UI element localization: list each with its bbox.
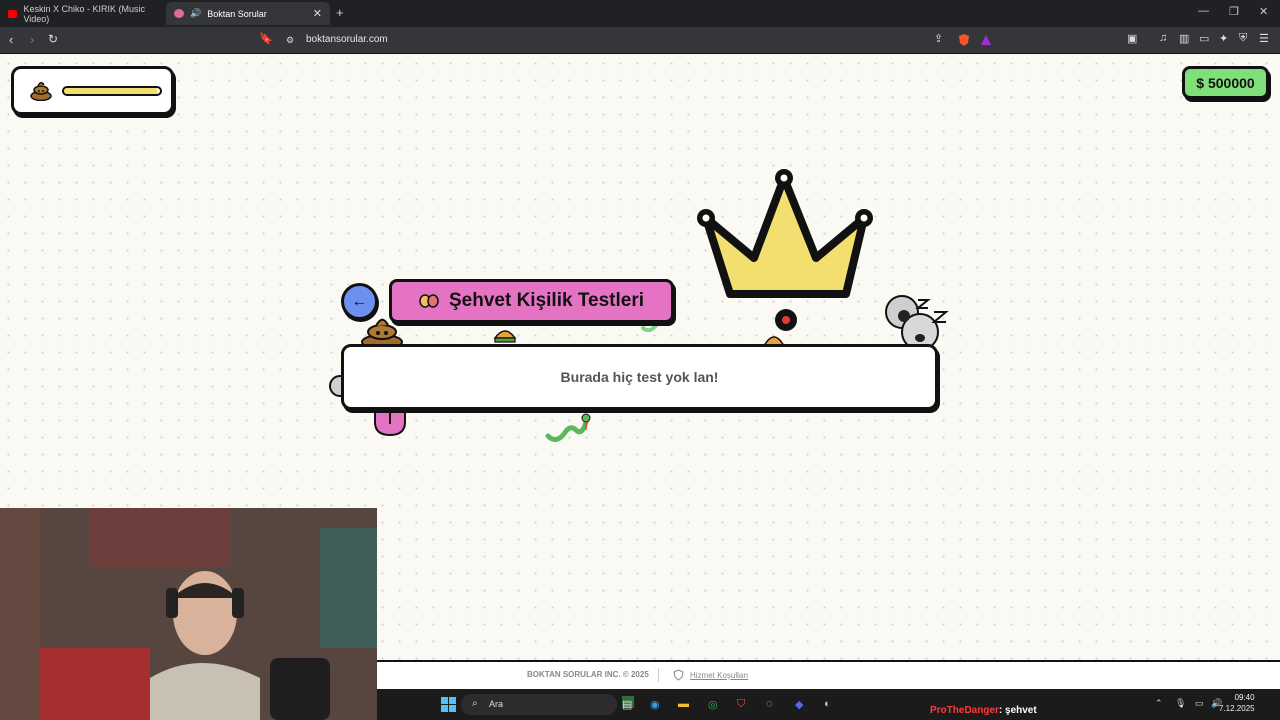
koala-mascot-icon — [885, 295, 949, 351]
poop-icon — [30, 82, 52, 101]
clock-date: 7.12.2025 — [1219, 704, 1255, 713]
display-icon[interactable]: ▭ — [1195, 698, 1204, 709]
windows-taskbar: ⌕ Ara ▤ ◉ ▬ ◎ ⛉ ◌ ◆ ◐ ⌃ 🎙 ▭ 🔊 09:40 7.12… — [377, 689, 1280, 720]
media-icon[interactable]: ♫ — [1159, 32, 1167, 44]
back-button[interactable]: ← — [341, 283, 378, 320]
restore-button[interactable]: ❐ — [1229, 5, 1239, 18]
taskbar-search[interactable] — [461, 694, 617, 715]
page-footer: BOKTAN SORULAR INC. © 2025 Hizmet Koşull… — [377, 660, 1280, 689]
brave-icon[interactable]: ⛉ — [737, 698, 745, 711]
chat-text: : şehvet — [998, 705, 1037, 716]
youtube-icon — [8, 9, 18, 18]
brave-shield-icon[interactable] — [957, 33, 971, 47]
site-favicon-icon — [174, 9, 184, 18]
forward-nav-icon[interactable]: › — [30, 32, 34, 47]
category-title-box: Şehvet Kişilik Testleri — [389, 279, 674, 323]
money-balance: $ 500000 — [1182, 66, 1269, 99]
microphone-icon[interactable]: 🎙 — [1175, 698, 1186, 709]
chat-username: ProTheDanger — [930, 705, 999, 716]
empty-state-card: Burada hiç test yok lan! — [341, 344, 938, 410]
taskbar-search-placeholder: Ara — [489, 699, 504, 709]
footer-copyright: BOKTAN SORULAR INC. © 2025 — [527, 670, 649, 679]
taskbar-clock[interactable]: 09:40 7.12.2025 — [1219, 692, 1255, 714]
progress-card — [11, 66, 174, 115]
category-title: Şehvet Kişilik Testleri — [448, 290, 644, 311]
windows-start-icon[interactable] — [441, 697, 456, 712]
red-gem-icon — [775, 309, 797, 331]
sidebar-icon[interactable]: ▥ — [1179, 32, 1189, 45]
snake-icon — [545, 413, 591, 442]
tab-boktan-sorular[interactable]: 🔊 Boktan Sorular ✕ — [166, 2, 330, 25]
vpn-icon[interactable]: ⛨ — [1239, 32, 1247, 45]
footer-divider — [658, 668, 659, 682]
steam-icon[interactable]: ◐ — [824, 698, 831, 710]
app-icon[interactable]: ◌ — [766, 698, 773, 710]
crown-icon — [697, 169, 873, 298]
discord-icon[interactable]: ◆ — [795, 698, 803, 711]
clock-time: 09:40 — [1234, 693, 1255, 702]
share-icon[interactable]: ⇪ — [934, 32, 943, 45]
progress-bar — [62, 86, 162, 96]
brave-rewards-icon[interactable] — [979, 33, 993, 47]
menu-icon[interactable]: ☰ — [1259, 32, 1269, 45]
task-view-icon[interactable]: ▤ — [622, 698, 632, 711]
tab-title: Keskin X Chiko - KIRIK (Music Video) — [23, 3, 145, 24]
shield-icon — [673, 669, 684, 681]
new-tab-button[interactable]: + — [336, 5, 344, 20]
progress-bar-fill — [64, 88, 158, 94]
chrome-icon[interactable]: ◎ — [708, 698, 718, 711]
empty-state-message: Burada hiç test yok lan! — [560, 369, 719, 385]
category-icon — [419, 294, 439, 308]
browser-tab-bar: Keskin X Chiko - KIRIK (Music Video) 🔊 B… — [0, 0, 1280, 27]
terms-link[interactable]: Hizmet Koşulları — [690, 671, 748, 680]
search-icon: ⌕ — [472, 698, 478, 709]
minimize-button[interactable]: — — [1198, 5, 1209, 17]
browser-toolbar: ‹ › ↻ 🔖 ⚙ boktansorular.com ⇪ ▣ ♫ ▥ ▭ ✦ … — [0, 27, 1280, 54]
bookmark-icon[interactable]: 🔖 — [259, 32, 273, 45]
chevron-up-icon[interactable]: ⌃ — [1155, 698, 1163, 709]
webcam-overlay — [0, 508, 377, 720]
tab-title: Boktan Sorular — [207, 8, 267, 19]
reload-icon[interactable]: ↻ — [48, 32, 58, 46]
wallet-icon[interactable]: ▭ — [1199, 32, 1209, 45]
back-nav-icon[interactable]: ‹ — [9, 32, 13, 47]
leo-ai-icon[interactable]: ✦ — [1219, 32, 1228, 45]
edge-icon[interactable]: ◉ — [650, 698, 660, 711]
site-info-icon[interactable]: ⚙ — [286, 35, 294, 46]
close-window-button[interactable]: ✕ — [1259, 5, 1268, 18]
burger-mascot-icon — [493, 330, 517, 343]
tab-search-icon[interactable]: ▣ — [1127, 32, 1137, 45]
streamer-webcam-image — [0, 508, 377, 720]
arrow-left-icon: ← — [351, 292, 368, 310]
address-bar[interactable]: boktansorular.com — [306, 34, 388, 45]
stream-chat-message: ProTheDanger: şehvet — [930, 705, 1037, 716]
file-explorer-icon[interactable]: ▬ — [678, 698, 689, 710]
tab-youtube[interactable]: Keskin X Chiko - KIRIK (Music Video) — [0, 2, 160, 25]
speaker-icon: 🔊 — [190, 8, 202, 18]
close-tab-icon[interactable]: ✕ — [313, 7, 322, 20]
